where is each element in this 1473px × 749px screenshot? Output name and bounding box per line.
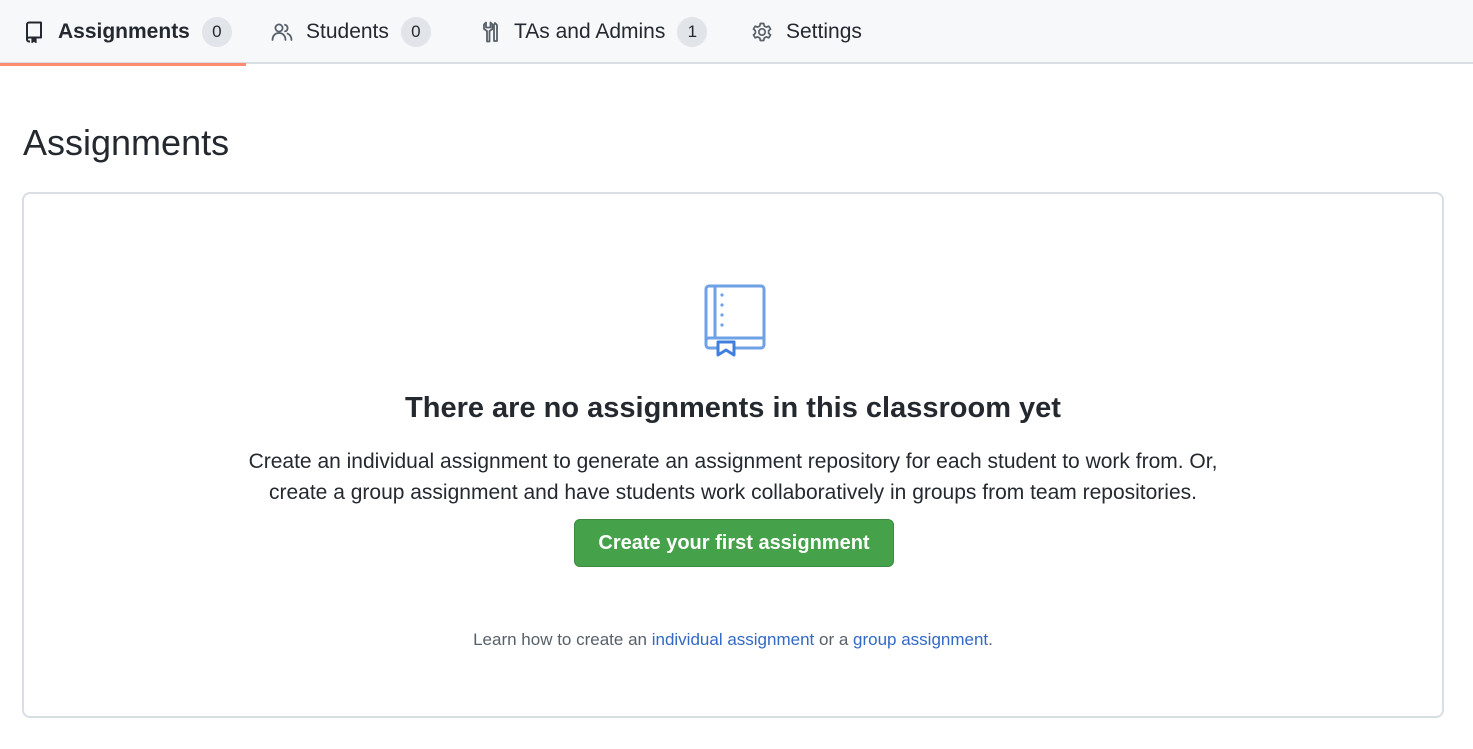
people-icon (270, 20, 294, 44)
tab-students[interactable]: Students 0 (248, 0, 453, 64)
tab-label: Settings (786, 20, 862, 43)
tab-label: Students (306, 20, 389, 43)
learn-prefix: Learn how to create an (473, 630, 652, 649)
create-first-assignment-button[interactable]: Create your first assignment (574, 519, 894, 567)
count-badge: 0 (201, 17, 232, 47)
tab-label: Assignments (58, 20, 190, 43)
repo-icon (22, 20, 46, 44)
empty-state-panel: There are no assignments in this classro… (22, 192, 1444, 718)
count-badge: 1 (677, 17, 708, 47)
gear-icon (750, 20, 774, 44)
tools-icon (478, 20, 502, 44)
empty-state-title: There are no assignments in this classro… (405, 392, 1061, 424)
count-badge: 0 (400, 17, 431, 47)
learn-suffix: . (988, 630, 993, 649)
tab-assignments[interactable]: Assignments 0 (0, 0, 246, 66)
individual-assignment-link[interactable]: individual assignment (652, 630, 815, 649)
empty-state-description: Create an individual assignment to gener… (24, 446, 1442, 508)
learn-more-text: Learn how to create an individual assign… (24, 630, 1442, 650)
tab-bar: Assignments 0 Students 0 TAs and Admins … (0, 0, 1473, 66)
description-line: Create an individual assignment to gener… (248, 450, 1218, 473)
tab-settings[interactable]: Settings (728, 0, 884, 64)
learn-middle: or a (814, 630, 854, 649)
tab-label: TAs and Admins (514, 20, 666, 43)
book-icon (700, 282, 770, 358)
description-line: create a group assignment and have stude… (269, 481, 1197, 504)
page-title: Assignments (23, 122, 230, 163)
tab-tas-and-admins[interactable]: TAs and Admins 1 (456, 0, 729, 64)
group-assignment-link[interactable]: group assignment (853, 630, 988, 649)
